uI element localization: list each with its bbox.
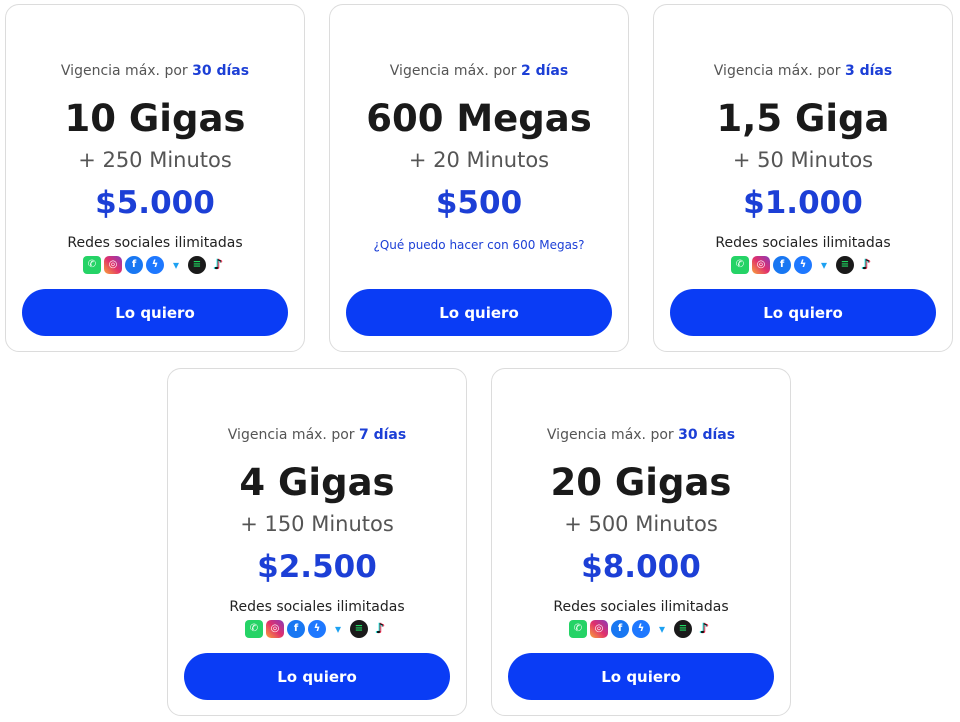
messenger-icon: ϟ (632, 620, 650, 638)
social-icons: ✆ ◎ f ϟ ▾ ≡ ♪ (654, 256, 952, 274)
plan-price: $5.000 (95, 185, 215, 221)
spotify-icon: ≡ (674, 620, 692, 638)
social-label: Redes sociales ilimitadas (715, 235, 891, 251)
facebook-icon: f (611, 620, 629, 638)
info-link[interactable]: ¿Qué puedo hacer con 600 Megas? (330, 238, 628, 252)
twitter-icon: ▾ (172, 258, 180, 272)
social-label: Redes sociales ilimitadas (553, 599, 729, 615)
plan-card-600-megas: Vigencia máx. por 2 días 600 Megas + 20 … (329, 4, 629, 352)
plan-card-1-5-giga: Vigencia máx. por 3 días 1,5 Giga + 50 M… (653, 4, 953, 352)
whatsapp-icon: ✆ (83, 256, 101, 274)
instagram-icon: ◎ (266, 620, 284, 638)
lo-quiero-button[interactable]: Lo quiero (22, 289, 288, 336)
plan-minutes: + 500 Minutos (564, 512, 718, 536)
plan-minutes: + 20 Minutos (408, 148, 550, 172)
plan-price: $1.000 (743, 185, 863, 221)
twitter-icon: ▾ (820, 258, 828, 272)
plan-title: 600 Megas (366, 97, 592, 140)
instagram-icon: ◎ (104, 256, 122, 274)
twitter-icon: ▾ (334, 622, 342, 636)
plan-minutes: + 250 Minutos (78, 148, 232, 172)
facebook-icon: f (773, 256, 791, 274)
social-icons: ✆ ◎ f ϟ ▾ ≡ ♪ (168, 620, 466, 638)
lo-quiero-button[interactable]: Lo quiero (508, 653, 774, 700)
validity-text: Vigencia máx. por 30 días (546, 427, 736, 443)
plan-title: 4 Gigas (239, 461, 395, 504)
plan-title: 20 Gigas (550, 461, 732, 504)
tiktok-icon: ♪ (375, 621, 385, 637)
twitter-icon: ▾ (658, 622, 666, 636)
tiktok-icon: ♪ (213, 257, 223, 273)
tiktok-icon: ♪ (861, 257, 871, 273)
validity-days: 7 días (359, 427, 407, 443)
tiktok-icon: ♪ (699, 621, 709, 637)
social-icons: ✆ ◎ f ϟ ▾ ≡ ♪ (6, 256, 304, 274)
validity-days: 2 días (521, 63, 569, 79)
lo-quiero-button[interactable]: Lo quiero (670, 289, 936, 336)
facebook-icon: f (287, 620, 305, 638)
instagram-icon: ◎ (752, 256, 770, 274)
whatsapp-icon: ✆ (245, 620, 263, 638)
plan-title: 1,5 Giga (716, 97, 890, 140)
validity-days: 3 días (845, 63, 893, 79)
spotify-icon: ≡ (188, 256, 206, 274)
lo-quiero-button[interactable]: Lo quiero (184, 653, 450, 700)
spotify-icon: ≡ (836, 256, 854, 274)
social-label: Redes sociales ilimitadas (67, 235, 243, 251)
plan-card-10-gigas: Vigencia máx. por 30 días 10 Gigas + 250… (5, 4, 305, 352)
lo-quiero-button[interactable]: Lo quiero (346, 289, 612, 336)
messenger-icon: ϟ (308, 620, 326, 638)
validity-text: Vigencia máx. por 3 días (713, 63, 893, 79)
plan-price: $8.000 (581, 549, 701, 585)
social-label: Redes sociales ilimitadas (229, 599, 405, 615)
plan-card-4-gigas: Vigencia máx. por 7 días 4 Gigas + 150 M… (167, 368, 467, 716)
facebook-icon: f (125, 256, 143, 274)
validity-text: Vigencia máx. por 30 días (60, 63, 250, 79)
validity-text: Vigencia máx. por 2 días (389, 63, 569, 79)
messenger-icon: ϟ (146, 256, 164, 274)
plan-price: $2.500 (257, 549, 377, 585)
validity-text: Vigencia máx. por 7 días (227, 427, 407, 443)
plan-minutes: + 150 Minutos (240, 512, 394, 536)
messenger-icon: ϟ (794, 256, 812, 274)
validity-days: 30 días (192, 63, 250, 79)
whatsapp-icon: ✆ (569, 620, 587, 638)
validity-days: 30 días (678, 427, 736, 443)
social-icons: ✆ ◎ f ϟ ▾ ≡ ♪ (492, 620, 790, 638)
plan-minutes: + 50 Minutos (732, 148, 874, 172)
plan-card-20-gigas: Vigencia máx. por 30 días 20 Gigas + 500… (491, 368, 791, 716)
instagram-icon: ◎ (590, 620, 608, 638)
spotify-icon: ≡ (350, 620, 368, 638)
plan-price: $500 (435, 185, 523, 221)
whatsapp-icon: ✆ (731, 256, 749, 274)
plan-title: 10 Gigas (64, 97, 246, 140)
